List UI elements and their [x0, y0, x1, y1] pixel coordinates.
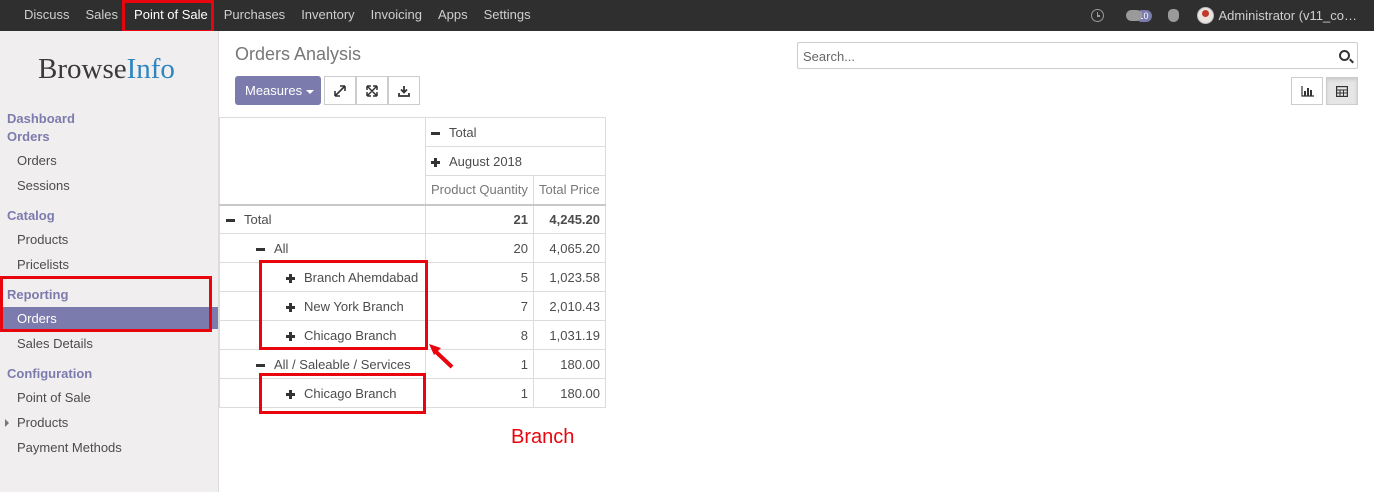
app-menu: Discuss Sales Point of Sale Purchases In…: [0, 0, 539, 31]
sidebar: BrowseInfo Dashboard Orders Orders Sessi…: [0, 31, 219, 492]
sidebar-section-configuration: Configuration: [7, 366, 93, 381]
sidebar-item-orders[interactable]: Orders: [17, 153, 57, 168]
flip-axis-icon: [334, 84, 346, 97]
table-row: Chicago Branch 8 1,031.19: [219, 320, 606, 350]
bar-chart-icon: [1300, 85, 1314, 97]
sidebar-section-orders: Orders: [7, 129, 50, 144]
menu-discuss[interactable]: Discuss: [0, 0, 78, 31]
minus-icon: [256, 363, 265, 367]
flip-axis-button[interactable]: [324, 76, 356, 105]
annotation-label: Branch: [511, 426, 575, 448]
cell-qty: 1: [425, 378, 534, 408]
cell-qty: 7: [425, 291, 534, 321]
col-header-august-2018[interactable]: August 2018: [425, 146, 606, 176]
search-box: [797, 42, 1358, 69]
sidebar-item-config-products[interactable]: Products: [17, 415, 68, 430]
sidebar-item-sales-details[interactable]: Sales Details: [17, 336, 93, 351]
download-icon: [398, 85, 410, 97]
minus-icon: [256, 247, 265, 251]
row-header-saleable-services[interactable]: All / Saleable / Services: [219, 349, 426, 379]
sidebar-item-reporting-orders[interactable]: Orders: [0, 307, 218, 329]
plus-icon: [286, 273, 295, 283]
measure-header-total-price[interactable]: Total Price: [533, 175, 606, 205]
sidebar-section-reporting: Reporting: [7, 287, 69, 302]
clock-icon[interactable]: [1090, 9, 1104, 22]
cell-price: 180.00: [533, 349, 606, 379]
sidebar-item-sessions[interactable]: Sessions: [17, 178, 70, 193]
plus-icon: [286, 331, 295, 341]
menu-invoicing[interactable]: Invoicing: [363, 0, 430, 31]
plus-icon: [286, 302, 295, 312]
sidebar-item-pricelists[interactable]: Pricelists: [17, 257, 69, 272]
menu-purchases[interactable]: Purchases: [216, 0, 293, 31]
pivot-table: Total August 2018 Product Quantity Total…: [219, 117, 606, 408]
cell-price: 180.00: [533, 378, 606, 408]
plus-icon: [286, 389, 295, 399]
search-icon[interactable]: [1339, 50, 1350, 61]
minus-icon: [226, 218, 235, 222]
avatar[interactable]: [1196, 7, 1214, 24]
menu-sales[interactable]: Sales: [78, 0, 127, 31]
cell-price: 2,010.43: [533, 291, 606, 321]
minus-icon: [431, 131, 440, 135]
sidebar-item-point-of-sale[interactable]: Point of Sale: [17, 390, 91, 405]
sidebar-item-payment-methods[interactable]: Payment Methods: [17, 440, 122, 455]
row-header-all[interactable]: All: [219, 233, 426, 263]
company-logo: BrowseInfo: [38, 53, 175, 85]
expand-all-button[interactable]: [356, 76, 388, 105]
table-row: Branch Ahemdabad 5 1,023.58: [219, 262, 606, 292]
annotation-arrow: [429, 344, 454, 369]
cell-price: 4,245.20: [533, 203, 606, 234]
cell-price: 4,065.20: [533, 233, 606, 263]
menu-settings[interactable]: Settings: [476, 0, 539, 31]
measure-header-product-quantity[interactable]: Product Quantity: [425, 175, 534, 205]
row-header-chicago-branch-services[interactable]: Chicago Branch: [219, 378, 426, 408]
row-header-total[interactable]: Total: [219, 203, 426, 234]
expand-icon: [366, 84, 378, 97]
menu-point-of-sale[interactable]: Point of Sale: [126, 0, 216, 31]
table-icon: [1336, 85, 1348, 97]
sidebar-section-catalog: Catalog: [7, 208, 55, 223]
table-row: Total 21 4,245.20: [219, 203, 606, 234]
row-header-chicago-branch[interactable]: Chicago Branch: [219, 320, 426, 350]
plus-icon: [431, 157, 440, 167]
cell-qty: 20: [425, 233, 534, 263]
pivot-corner: [219, 117, 426, 205]
cell-price: 1,023.58: [533, 262, 606, 292]
pivot-view-button[interactable]: [1326, 77, 1358, 105]
cell-price: 1,031.19: [533, 320, 606, 350]
download-button[interactable]: [388, 76, 420, 105]
systray: 10 Administrator (v11_co…: [1081, 0, 1374, 31]
col-header-total[interactable]: Total: [425, 117, 606, 147]
row-header-branch-ahemdabad[interactable]: Branch Ahemdabad: [219, 262, 426, 292]
user-menu[interactable]: Administrator (v11_co…: [1219, 8, 1357, 23]
cell-qty: 5: [425, 262, 534, 292]
debug-bug-icon[interactable]: [1167, 9, 1179, 22]
measures-button[interactable]: Measures: [235, 76, 321, 105]
sidebar-item-products[interactable]: Products: [17, 232, 68, 247]
table-row: All / Saleable / Services 1 180.00: [219, 349, 606, 379]
sidebar-dashboard[interactable]: Dashboard: [7, 111, 75, 126]
top-navbar: Discuss Sales Point of Sale Purchases In…: [0, 0, 1374, 31]
table-row: New York Branch 7 2,010.43: [219, 291, 606, 321]
caret-right-icon[interactable]: [5, 419, 9, 427]
menu-inventory[interactable]: Inventory: [293, 0, 362, 31]
row-header-new-york-branch[interactable]: New York Branch: [219, 291, 426, 321]
menu-apps[interactable]: Apps: [430, 0, 476, 31]
cell-qty: 21: [425, 203, 534, 234]
chat-icon[interactable]: [1125, 10, 1142, 21]
caret-down-icon: [306, 89, 315, 94]
table-row: All 20 4,065.20: [219, 233, 606, 263]
graph-view-button[interactable]: [1291, 77, 1323, 105]
page-title: Orders Analysis: [235, 44, 362, 64]
table-row: Chicago Branch 1 180.00: [219, 378, 606, 408]
search-input[interactable]: [803, 47, 1323, 65]
